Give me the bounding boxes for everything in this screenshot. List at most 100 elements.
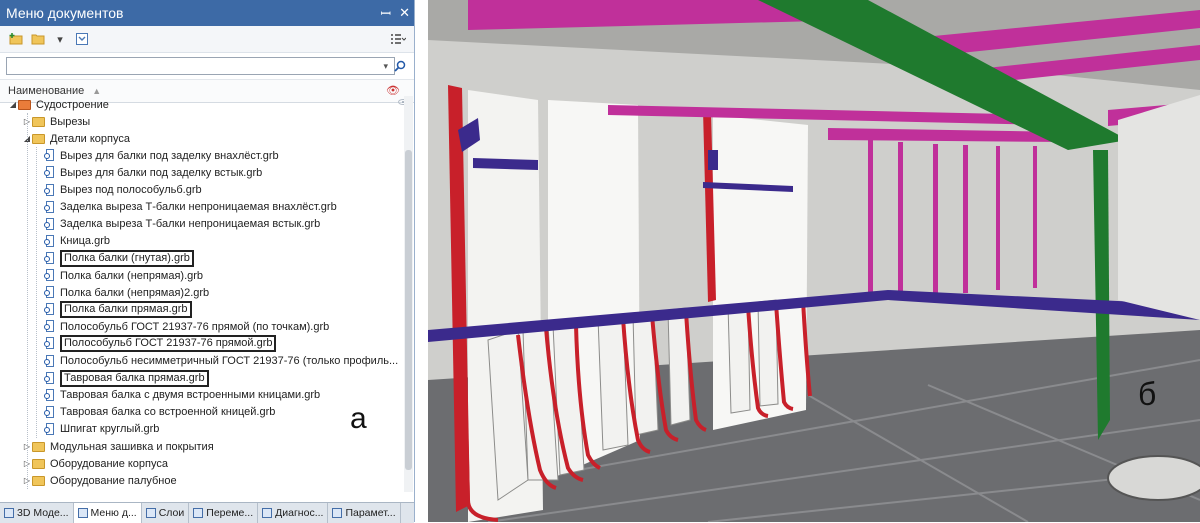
hull-plate-far <box>1118 95 1200 320</box>
tree-document-item[interactable]: Вырез для балки под заделку внахлёст.grb <box>0 147 404 164</box>
tab-icon <box>332 508 342 518</box>
tree-document-item[interactable]: Полособульб ГОСТ 21937-76 прямой.grb <box>0 335 404 352</box>
tree-item-label: Полка балки (гнутая).grb <box>60 250 194 267</box>
dropdown-arrow-icon[interactable]: ▾ <box>52 31 68 47</box>
search-dropdown-icon[interactable]: ▾ <box>383 61 388 72</box>
tree-item-label: Полка балки (непрямая).grb <box>60 270 203 282</box>
tree-document-item[interactable]: Вырез для балки под заделку встык.grb <box>0 164 404 181</box>
tree-document-item[interactable]: Полка балки прямая.grb <box>0 301 404 318</box>
grb-document-icon <box>44 337 55 350</box>
sort-icon: ▲ <box>92 86 101 96</box>
tree-document-item[interactable]: Тавровая балка со встроенной кницей.grb <box>0 404 404 421</box>
tree-folder-item[interactable]: ▷Вырезы <box>0 113 404 130</box>
grb-document-icon <box>44 235 55 248</box>
tree-document-item[interactable]: Полка балки (гнутая).grb <box>0 250 404 267</box>
tree-document-item[interactable]: Тавровая балка с двумя встроенными кница… <box>0 387 404 404</box>
tree-folder-item[interactable]: ▷Модульная зашивка и покрытия <box>0 438 404 455</box>
library-folder-icon <box>18 100 31 110</box>
tree-guide-line <box>27 113 29 489</box>
tree-document-item[interactable]: Полособульб несимметричный ГОСТ 21937-76… <box>0 353 404 370</box>
tab-label: Меню д... <box>91 507 137 519</box>
grb-document-icon <box>44 201 55 214</box>
collapse-icon[interactable] <box>74 31 90 47</box>
grb-document-icon <box>44 286 55 299</box>
tree-document-item[interactable]: Кница.grb <box>0 233 404 250</box>
tree-document-item[interactable]: Вырез под полособульб.grb <box>0 182 404 199</box>
tree-folder-item[interactable]: ▷Оборудование корпуса <box>0 455 404 472</box>
tree-document-item[interactable]: Полка балки (непрямая).grb <box>0 267 404 284</box>
tree-item-label: Полка балки (непрямая)2.grb <box>60 287 209 299</box>
tree-item-label: Вырез для балки под заделку встык.grb <box>60 167 262 179</box>
tree-item-label: Полка балки прямая.grb <box>60 301 192 318</box>
tab-label: Переме... <box>206 507 253 519</box>
tree-item-label: Вырез под полособульб.grb <box>60 184 202 196</box>
tree-item-label: Заделка выреза Т-балки непроницаемая вна… <box>60 201 337 213</box>
tree-folder-item[interactable]: ▷Оборудование помещений <box>0 489 404 492</box>
tree-item-label: Вырез для балки под заделку внахлёст.grb <box>60 150 279 162</box>
tab-icon <box>78 508 88 518</box>
tree-document-item[interactable]: Тавровая балка прямая.grb <box>0 370 404 387</box>
search-input[interactable] <box>6 57 395 75</box>
tree-item-label: Шпигат круглый.grb <box>60 423 159 435</box>
tree-folder-item[interactable]: ◢Детали корпуса <box>0 130 404 147</box>
tree-folder-item[interactable]: ▷Оборудование палубное <box>0 472 404 489</box>
tree-guide-line <box>36 147 38 438</box>
grb-document-icon <box>44 355 55 368</box>
documents-menu-panel: Меню документов ꟷ ✕ ▾ ▾ Наименование ▲ 👁 <box>0 0 415 522</box>
search-icon[interactable] <box>392 60 408 72</box>
bottom-tab[interactable]: Переме... <box>189 503 258 523</box>
search-row: ▾ <box>0 53 414 79</box>
pin-icon[interactable]: ꟷ <box>381 4 392 22</box>
list-view-icon[interactable] <box>390 31 406 47</box>
grb-document-icon <box>44 184 55 197</box>
grb-document-icon <box>44 252 55 265</box>
grb-document-icon <box>44 166 55 179</box>
bottom-tab[interactable]: Меню д... <box>74 503 142 523</box>
grb-document-icon <box>44 218 55 231</box>
document-tree: ◢ Судостроение ▷Вырезы◢Детали корпуса Вырез… <box>0 96 404 492</box>
deck-hatch <box>1108 456 1200 500</box>
bottom-tab[interactable]: Парамет... <box>328 503 400 523</box>
bottom-tab[interactable]: 3D Моде... <box>0 503 74 523</box>
tree-document-item[interactable]: Полособульб ГОСТ 21937-76 прямой (по точ… <box>0 318 404 335</box>
tree-item-label: Оборудование корпуса <box>50 458 168 470</box>
tree-document-item[interactable]: Полка балки (непрямая)2.grb <box>0 284 404 301</box>
tree-item-label: Кница.grb <box>60 235 110 247</box>
bottom-tab-bar: 3D Моде... Меню д... Слои Переме... Диагнос.… <box>0 502 414 523</box>
tree-item-label: Заделка выреза Т-балки непроницаемая вст… <box>60 218 320 230</box>
tab-icon <box>262 508 272 518</box>
grb-document-icon <box>44 423 55 436</box>
tree-item-label: Модульная зашивка и покрытия <box>50 441 214 453</box>
add-document-icon[interactable] <box>8 31 24 47</box>
hull-3d-view[interactable] <box>428 0 1200 522</box>
tree-item-label: Тавровая балка прямая.grb <box>60 370 209 387</box>
tab-icon <box>4 508 14 518</box>
scrollbar-thumb[interactable] <box>405 150 412 470</box>
tree-item-label: Тавровая балка с двумя встроенными кница… <box>60 389 320 401</box>
grb-document-icon <box>44 303 55 316</box>
grb-document-icon <box>44 269 55 282</box>
tree-item-label: Вырезы <box>50 116 90 128</box>
expanded-arrow-icon[interactable]: ◢ <box>8 100 18 109</box>
tree-item-label: Оборудование палубное <box>50 475 177 487</box>
tree-document-item[interactable]: Шпигат круглый.grb <box>0 421 404 438</box>
bottom-tab[interactable]: Слои <box>142 503 190 523</box>
folder-icon <box>32 442 45 452</box>
visibility-eye-icon[interactable] <box>398 99 404 105</box>
tree-folder-item[interactable]: ◢ Судостроение <box>0 96 404 113</box>
bottom-tab[interactable]: Диагнос... <box>258 503 328 523</box>
panel-toolbar: ▾ <box>0 26 414 53</box>
open-folder-icon[interactable] <box>30 31 46 47</box>
grb-document-icon <box>44 389 55 402</box>
tree-document-item[interactable]: Заделка выреза Т-балки непроницаемая вна… <box>0 199 404 216</box>
tree-item-label: Полособульб ГОСТ 21937-76 прямой (по точ… <box>60 321 329 333</box>
tree-item-label: Тавровая балка со встроенной кницей.grb <box>60 406 275 418</box>
folder-icon <box>32 117 45 127</box>
tree-document-item[interactable]: Заделка выреза Т-балки непроницаемая вст… <box>0 216 404 233</box>
tree-item-label: Судостроение <box>36 99 109 111</box>
tab-label: Слои <box>159 507 185 519</box>
panel-titlebar: Меню документов ꟷ ✕ <box>0 0 414 26</box>
tab-icon <box>146 508 156 518</box>
tree-item-label: Полособульб ГОСТ 21937-76 прямой.grb <box>60 335 276 352</box>
close-icon[interactable]: ✕ <box>399 5 410 21</box>
